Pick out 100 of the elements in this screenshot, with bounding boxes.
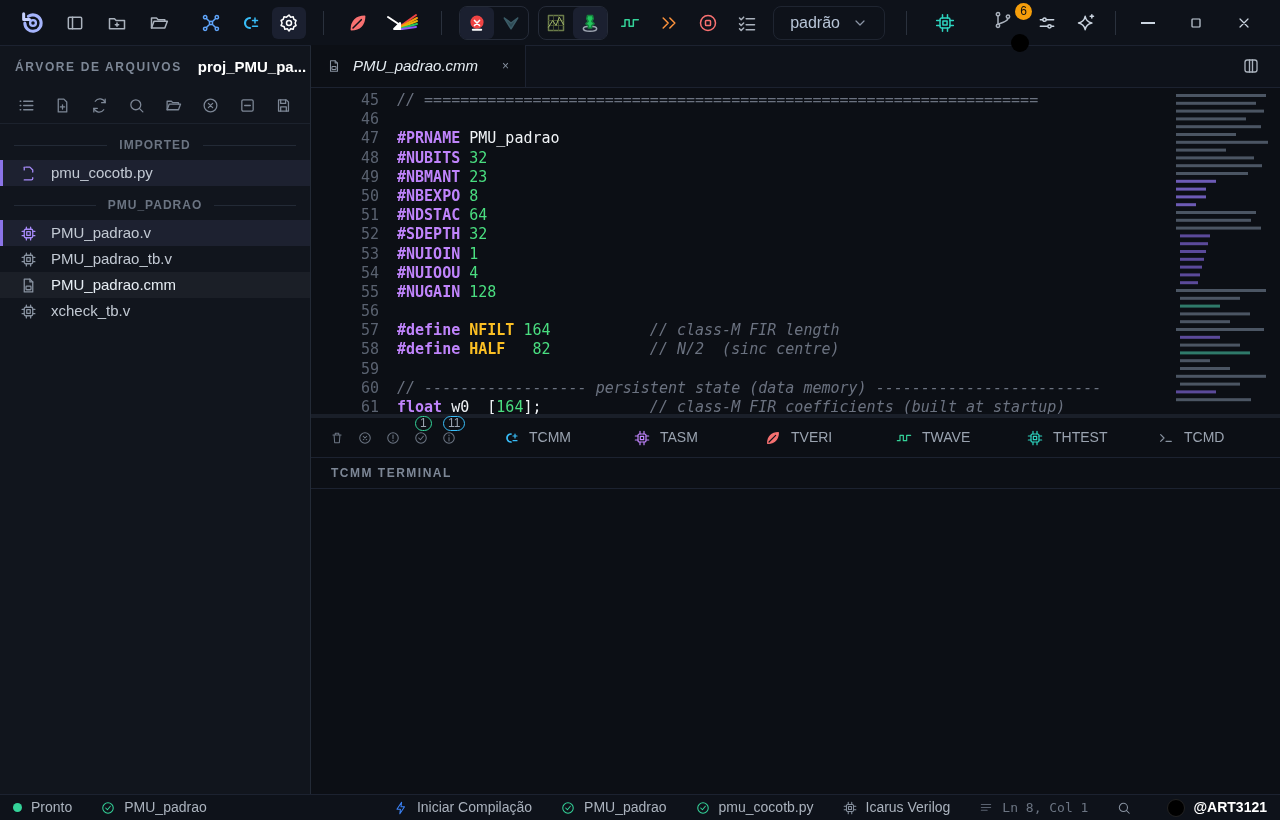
line-number: 52 [359, 225, 379, 245]
sparkle-icon [1076, 12, 1096, 33]
toolbar-button[interactable] [460, 6, 495, 39]
count-badge: 6 [1015, 2, 1032, 20]
code-line: #NBEXPO 8 [397, 186, 479, 205]
section-header: IMPORTED [119, 137, 191, 154]
code-line: // ------------------ persistent state (data memory) ------------------------- [397, 378, 1102, 397]
chip-icon [935, 12, 955, 33]
status-item[interactable]: Pronto [13, 795, 73, 820]
section-header: PMU_PADRAO [107, 197, 203, 214]
line-number: 50 [359, 186, 379, 207]
sidebar-tool[interactable] [201, 96, 220, 115]
tab-label: PMU_padrao.cmm [353, 55, 479, 76]
toolbar-button[interactable] [573, 6, 608, 39]
collapse-icon [238, 97, 256, 114]
line-number: 58 [359, 340, 379, 360]
terminal-heading: TCMM TERMINAL [331, 465, 452, 482]
line-number: 60 [359, 378, 379, 398]
status-item[interactable]: Iniciar Compilação [393, 795, 533, 820]
chip-icon [20, 224, 37, 242]
line-number: 59 [359, 359, 379, 379]
check-circle-icon [561, 800, 576, 815]
code-line: #NUIOIN 1 [397, 244, 479, 263]
panel-tool[interactable] [441, 429, 457, 446]
file-item[interactable]: PMU_padrao_tb.v [0, 246, 310, 272]
line-number: 45 [359, 91, 379, 111]
file-icon [327, 59, 341, 73]
search-icon [1117, 800, 1132, 815]
panel-tab[interactable]: TVERI [757, 420, 888, 455]
graph-icon [201, 12, 222, 33]
code-line: // ==================================================================== [397, 91, 1039, 109]
line-number: 61 [359, 398, 379, 414]
check-circle-icon [414, 430, 428, 445]
panel-title: ÁRVORE DE ARQUIVOS [15, 58, 182, 76]
avatar [1167, 798, 1186, 817]
status-item[interactable]: Icarus Verilog [842, 795, 951, 820]
code-line: #define HALF 82 // N/2 (sinc centre) [397, 340, 840, 359]
line-number: 47 [359, 129, 379, 149]
status-item[interactable]: PMU_padrao [101, 795, 207, 820]
line-number: 57 [359, 321, 379, 341]
branch-icon [993, 9, 1013, 30]
line-number: 46 [359, 110, 379, 130]
panel-tool[interactable] [357, 429, 373, 446]
code-line: #NUBITS 32 [397, 148, 488, 167]
line-number: 48 [359, 148, 379, 168]
clear-icon [201, 97, 219, 114]
code-line: #define NFILT 164 // class-M FIR length [397, 321, 840, 340]
panel-tab[interactable]: THTEST [1019, 420, 1150, 455]
panel-tab[interactable]: TWAVE [888, 420, 1019, 455]
file-item[interactable]: xcheck_tb.v [0, 298, 310, 324]
status-item[interactable]: Ln 8, Col 1 [979, 795, 1089, 820]
warning-icon [386, 430, 400, 445]
refresh-icon [91, 97, 109, 114]
panel-tool[interactable] [385, 429, 401, 446]
chip-icon [20, 250, 37, 268]
oscilloscope-icon [546, 12, 567, 33]
status-item[interactable]: PMU_padrao [561, 795, 667, 820]
code-line: #NUIOOU 4 [397, 263, 479, 282]
delete-icon [330, 430, 344, 445]
file-item[interactable]: PMU_padrao.cmm [0, 272, 310, 298]
line-number: 56 [359, 302, 379, 322]
info-icon [442, 430, 456, 445]
panel-tool[interactable] [413, 429, 429, 446]
minimize-icon [1141, 21, 1155, 24]
project-name: proj_PMU_pa... [197, 56, 307, 77]
line-number: 54 [359, 263, 379, 283]
chip-icon [634, 429, 650, 446]
profile-dropdown[interactable]: padrão [773, 5, 885, 40]
code-line: #NUGAIN 128 [397, 282, 497, 301]
chip-icon [842, 800, 857, 815]
chip-icon [20, 302, 37, 320]
count-badge: 1 [415, 415, 432, 431]
panel-tab[interactable]: TCMM [495, 420, 626, 455]
sidebar-tool[interactable] [238, 96, 257, 115]
line-number: 49 [359, 167, 379, 187]
file-item[interactable]: pmu_cocotb.py [0, 160, 310, 186]
sidebar-tool[interactable] [90, 96, 109, 115]
search-icon [128, 97, 146, 114]
status-item[interactable]: pmu_cocotb.py [695, 795, 814, 820]
count-badge: 11 [443, 415, 466, 431]
user-name[interactable]: @ART3121 [1193, 797, 1267, 818]
file-item[interactable]: PMU_padrao.v [0, 220, 310, 246]
avatar [1011, 33, 1029, 52]
lightning-icon [393, 800, 408, 815]
code-line: #PRNAME PMU_padrao [397, 129, 560, 148]
code-line: #NDSTAC 64 [397, 206, 488, 225]
line-number: 51 [359, 206, 379, 226]
line-number: 55 [359, 282, 379, 303]
split-icon [1242, 57, 1260, 75]
panel-tab[interactable]: TASM [626, 420, 757, 455]
toolbar-button[interactable] [272, 6, 307, 39]
settings-icon [279, 12, 300, 33]
tab-close[interactable]: × [502, 57, 510, 75]
check-circle-icon [101, 800, 116, 815]
sidebar-tool[interactable] [127, 96, 146, 115]
panel-tab[interactable]: TCMD [1150, 420, 1280, 455]
line-number: 53 [359, 244, 379, 264]
editor-tab[interactable]: PMU_padrao.cmm × [311, 45, 527, 87]
code-line: #NBMANT 23 [397, 167, 488, 186]
stop-icon [698, 12, 719, 33]
